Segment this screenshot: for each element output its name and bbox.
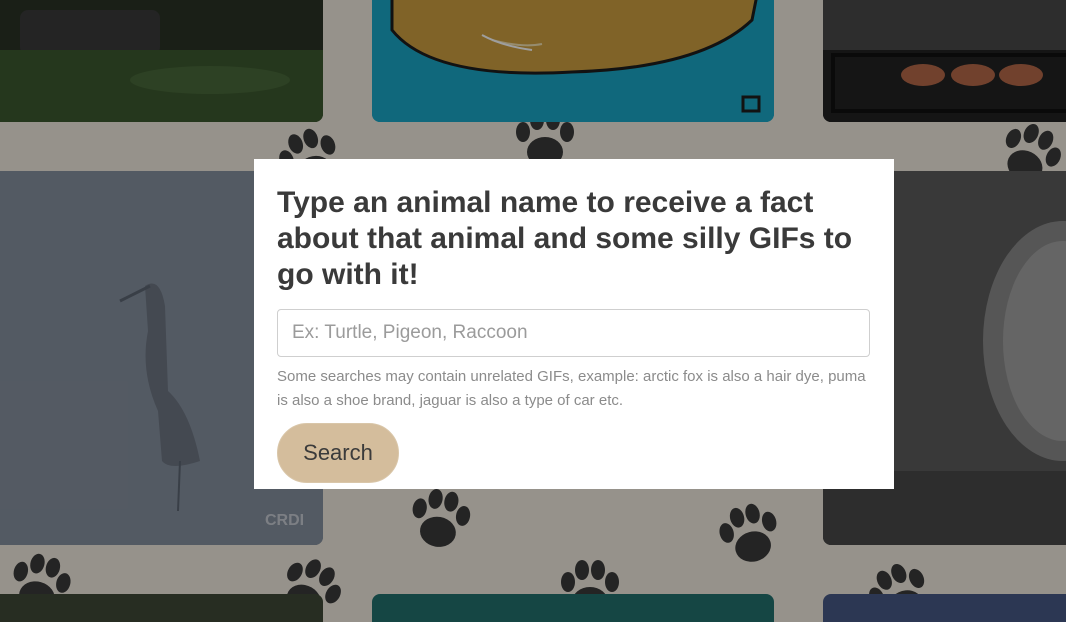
- search-button[interactable]: Search: [277, 423, 399, 483]
- search-help-text: Some searches may contain unrelated GIFs…: [277, 368, 866, 409]
- modal-title: Type an animal name to receive a fact ab…: [277, 186, 853, 291]
- search-modal: Type an animal name to receive a fact ab…: [254, 159, 894, 489]
- animal-search-input[interactable]: [277, 309, 870, 357]
